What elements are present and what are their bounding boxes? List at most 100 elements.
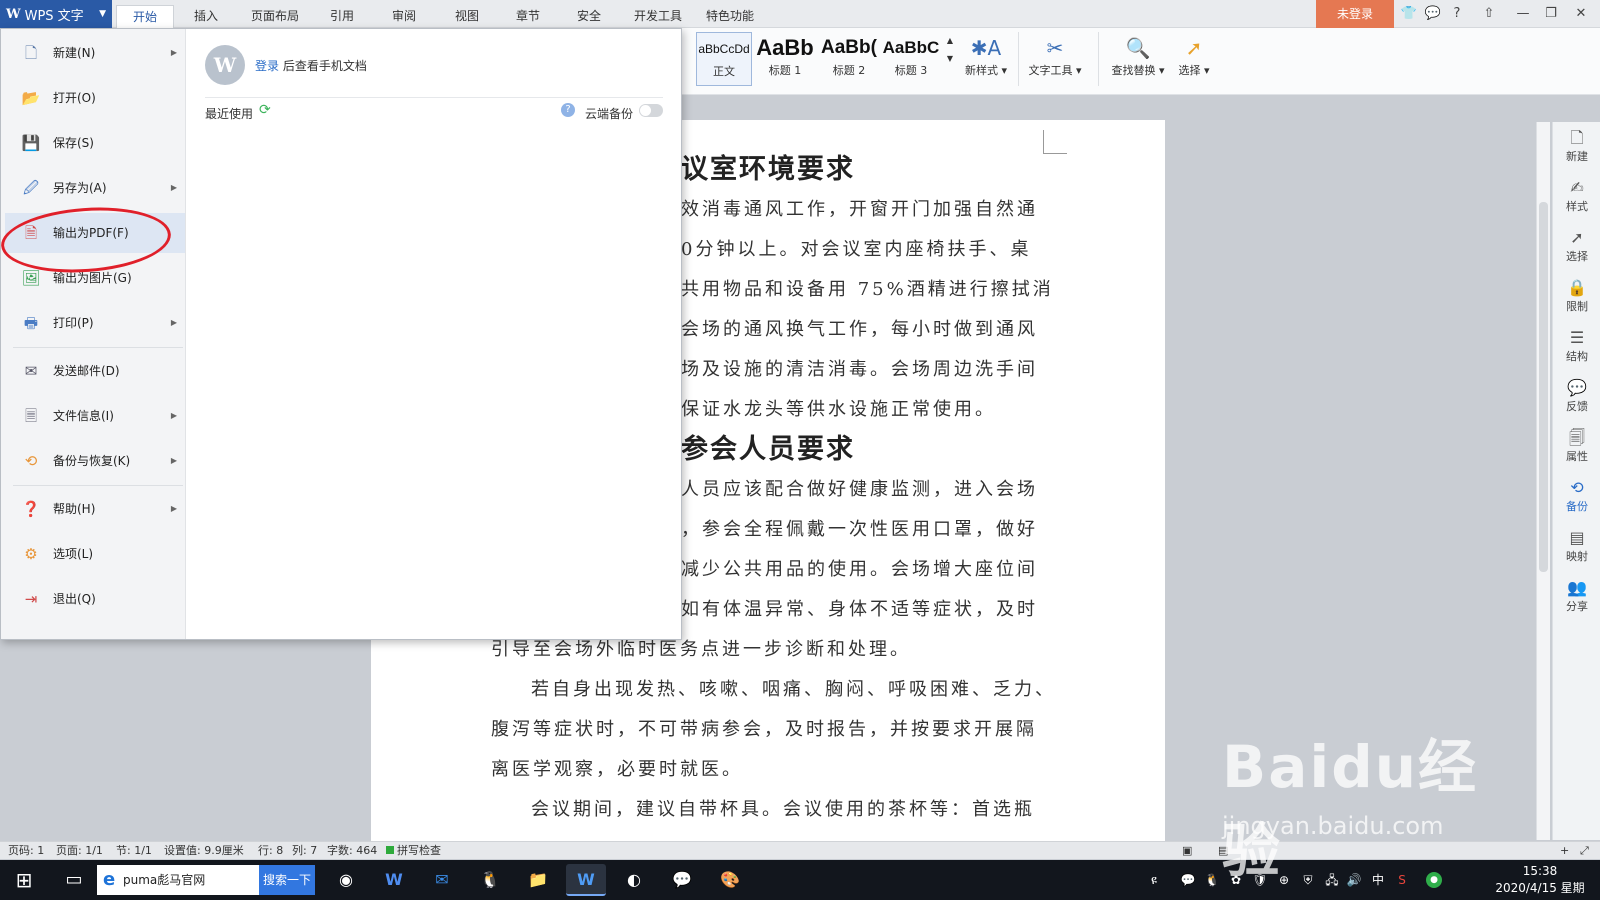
tab-view[interactable]: 视图 [443,5,491,28]
chevron-right-icon: ▶ [170,183,177,192]
restore-icon[interactable]: ❐ [1542,5,1560,23]
taskbar-search-button[interactable]: 搜索一下 [259,865,315,895]
app-tray-icon[interactable]: ✿ [1228,872,1244,888]
sogou-icon[interactable]: S [1394,872,1410,888]
fullscreen-icon[interactable]: ▣ [1182,842,1192,859]
windows-start-icon[interactable]: ⊞ [0,860,48,900]
minimize-icon[interactable]: — [1514,5,1532,23]
cloud-backup-toggle[interactable] [639,104,663,117]
shirt-icon[interactable]: 👕 [1400,5,1418,23]
tab-chapter[interactable]: 章节 [504,5,552,28]
shield-icon[interactable]: 🛡 [1252,872,1268,888]
chevron-right-icon: ▶ [170,411,177,420]
menu-item-open[interactable]: 📂 打开(O) [5,78,185,118]
paint-app-icon[interactable]: 🎨 [710,864,750,896]
page-view-icon[interactable]: ▤ [1218,842,1228,859]
wps-app-icon[interactable]: W [566,864,606,896]
side-properties-button[interactable]: 🗐 属性 [1553,422,1600,472]
tab-security[interactable]: 安全 [565,5,613,28]
menu-item-print[interactable]: 🖶 打印(P) ▶ [5,303,185,343]
word-app-icon[interactable]: W [374,864,414,896]
text-tools-button[interactable]: ✂ 文字工具 ▾ [1024,34,1086,78]
people-icon[interactable]: ዩ [1146,872,1162,888]
menu-item-backup[interactable]: ⟲ 备份与恢复(K) ▶ [5,441,185,481]
style-scroll-icon[interactable]: ▲ ▼ [944,32,956,68]
properties-icon: 🗐 [1569,428,1585,447]
qq-app-icon[interactable]: 🐧 [470,864,510,896]
clock-time: 15:38 [1522,864,1558,878]
side-restrict-button[interactable]: 🔒 限制 [1553,272,1600,322]
taskbar-clock[interactable]: 15:38 2020/4/15 星期三 [1490,863,1590,900]
chevron-right-icon: ▶ [170,48,177,57]
style-normal[interactable]: aBbCcDd 正文 [696,32,752,86]
security-tray-icon[interactable]: ⛨ [1300,872,1316,888]
new-style-button[interactable]: ✱A 新样式 ▾ [960,34,1012,78]
plus-tray-icon[interactable]: ⊕ [1276,872,1292,888]
tab-insert[interactable]: 插入 [182,5,230,28]
tab-home[interactable]: 开始 [116,5,174,28]
tab-features[interactable]: 特色功能 [697,5,763,28]
select-button[interactable]: ➚ 选择 ▾ [1174,34,1214,78]
side-style-button[interactable]: ✍ 样式 [1553,172,1600,222]
menu-item-save[interactable]: 💾 保存(S) [5,123,185,163]
chat-icon[interactable]: 💬 [1424,5,1442,23]
status-spell-check[interactable]: 拼写检查 [397,842,441,859]
qq-tray-icon[interactable]: 🐧 [1204,872,1220,888]
zoom-in-icon[interactable]: + [1560,842,1569,859]
chevron-right-icon: ▶ [170,318,177,327]
side-feedback-button[interactable]: 💬 反馈 [1553,372,1600,422]
style-heading-2[interactable]: AaBb( 标题 2 [818,32,880,86]
ie-icon: e [103,869,116,890]
find-replace-button[interactable]: 🔍 查找替换 ▾ [1106,34,1170,78]
wechat-tray-icon[interactable]: 💬 [1180,872,1196,888]
help-icon[interactable]: ? [561,103,575,117]
menu-item-new[interactable]: 🗋 新建(N) ▶ [5,33,185,73]
side-mapping-button[interactable]: ▤ 映射 [1553,522,1600,572]
menu-item-file-info[interactable]: 🗏 文件信息(I) ▶ [5,396,185,436]
menu-item-export-pdf[interactable]: 🗎 输出为PDF(F) [5,213,185,253]
scrollbar-thumb[interactable] [1539,202,1548,572]
close-icon[interactable]: ✕ [1572,5,1590,23]
side-structure-button[interactable]: ☰ 结构 [1553,322,1600,372]
tab-references[interactable]: 引用 [318,5,366,28]
menu-item-send-mail[interactable]: ✉ 发送邮件(D) [5,351,185,391]
status-pages: 页面: 1/1 [56,844,103,857]
wechat-app-icon[interactable]: 💬 [662,864,702,896]
fit-window-icon[interactable]: ⤢ [1580,842,1589,859]
upload-icon[interactable]: ⇧ [1480,5,1498,23]
taskbar-search-input[interactable]: e puma彪马官网 [97,865,259,895]
avatar[interactable]: W [205,45,245,85]
green-badge-icon[interactable]: ● [1426,872,1442,888]
side-select-button[interactable]: ➚ 选择 [1553,222,1600,272]
task-view-icon[interactable]: ▭ [56,860,92,900]
side-share-button[interactable]: 👥 分享 [1553,572,1600,622]
app-menu-button[interactable]: W WPS 文字 ▼ [0,0,112,28]
volume-icon[interactable]: 🔊 [1346,872,1362,888]
new-doc-icon: 🗋 [1570,128,1584,147]
refresh-icon[interactable]: ⟳ [259,102,271,118]
file-explorer-icon[interactable]: 📁 [518,864,558,896]
status-words[interactable]: 字数: 464 [327,842,377,859]
menu-item-help[interactable]: ❓ 帮助(H) ▶ [5,489,185,529]
side-backup-button[interactable]: ⟲ 备份 [1553,472,1600,522]
network-icon[interactable]: 🖧 [1324,872,1340,888]
help-icon[interactable]: ? [1448,5,1466,23]
login-button[interactable]: 未登录 [1316,0,1394,28]
ime-indicator[interactable]: 中 [1370,872,1386,888]
tab-review[interactable]: 审阅 [380,5,428,28]
menu-item-save-as[interactable]: 🖉 另存为(A) ▶ [5,168,185,208]
menu-item-options[interactable]: ⚙ 选项(L) [5,534,185,574]
menu-item-exit[interactable]: ⇥ 退出(Q) [5,579,185,619]
zol-app-icon[interactable]: ◉ [326,864,366,896]
app-menu-label: WPS 文字 [24,8,84,24]
tab-developer[interactable]: 开发工具 [625,5,691,28]
menu-item-export-image[interactable]: 🖼 输出为图片(G) [5,258,185,298]
style-heading-1[interactable]: AaBb 标题 1 [754,32,816,86]
vertical-scrollbar[interactable] [1536,122,1550,840]
style-heading-3[interactable]: AaBbC 标题 3 [880,32,942,86]
side-new-button[interactable]: 🗋 新建 [1553,122,1600,172]
login-link[interactable]: 登录 [255,59,279,73]
tab-page-layout[interactable]: 页面布局 [243,5,307,28]
browser-app-icon[interactable]: ◐ [614,864,654,896]
mail-app-icon[interactable]: ✉ [422,864,462,896]
